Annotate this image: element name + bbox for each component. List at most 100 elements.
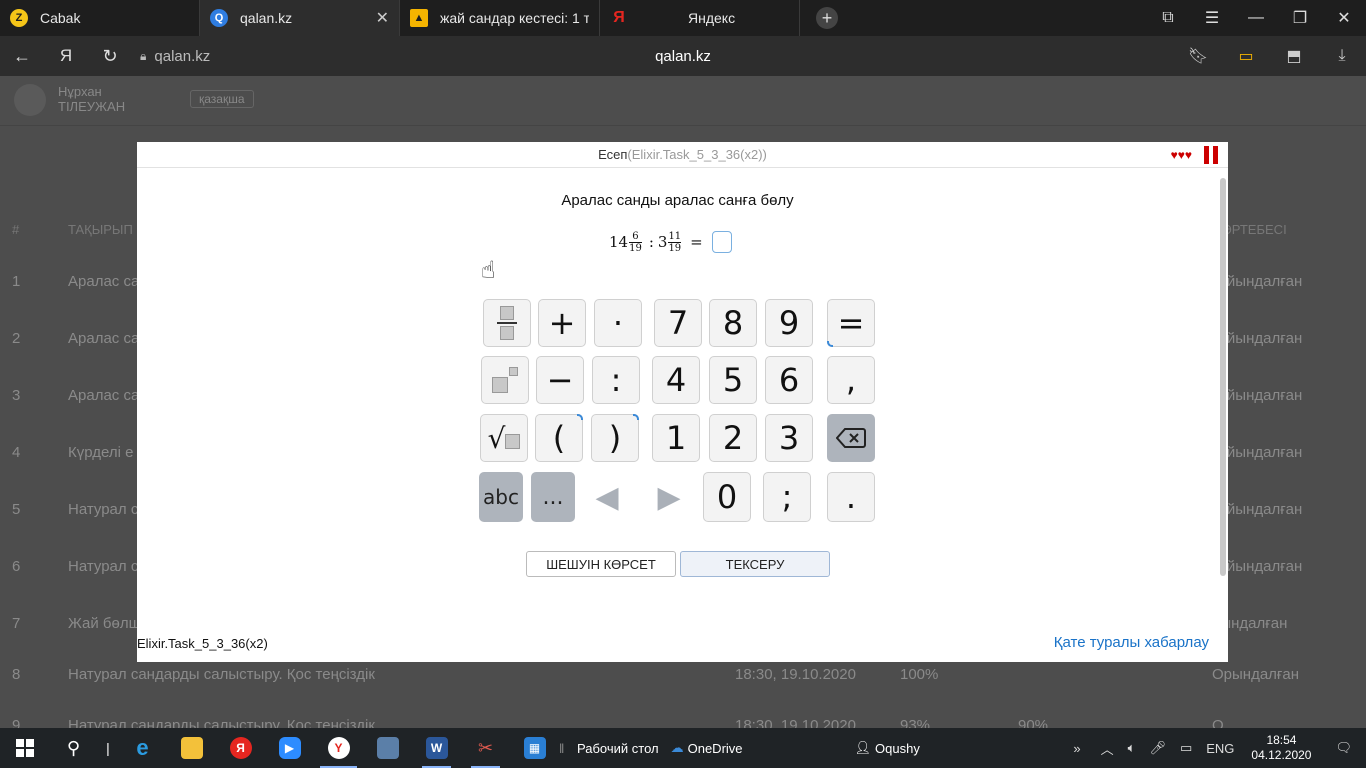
left-paren-key[interactable]: ( xyxy=(535,414,583,462)
digit-5-key[interactable]: 5 xyxy=(709,356,757,404)
left-arrow-key[interactable]: ◀ xyxy=(587,472,627,522)
new-tab-button[interactable]: + xyxy=(816,7,838,29)
z-logo-icon: Z xyxy=(10,9,28,27)
bookmark-icon[interactable]: 🔖︎ xyxy=(1174,46,1222,66)
pause-icon[interactable] xyxy=(1204,146,1218,164)
row-topic: Аралас са xyxy=(68,273,140,290)
overflow-chevron-icon[interactable]: » xyxy=(1066,741,1087,756)
window-controls: ⧉ ☰ — ❐ ✕ xyxy=(1146,0,1366,36)
start-icon[interactable] xyxy=(0,728,49,768)
sqrt-key[interactable]: √ xyxy=(480,414,528,462)
power-key[interactable] xyxy=(481,356,529,404)
row-number: 9 xyxy=(12,717,21,728)
tab-prime-table[interactable]: ▲ жай сандар кестесі: 1 тыс xyxy=(400,0,600,36)
lives-hearts-icon: ♥♥♥ xyxy=(1170,148,1192,162)
digit-9-key[interactable]: 9 xyxy=(765,299,813,347)
table-row[interactable]: 9 Натурал сандарды салыстыру. Қос теңсізд… xyxy=(0,717,1366,728)
multiply-dot-key[interactable]: · xyxy=(594,299,642,347)
url-field[interactable]: 🔒︎ qalan.kz xyxy=(140,48,210,65)
modal-header-label: Есеп xyxy=(598,147,628,162)
right-paren-key[interactable]: ) xyxy=(591,414,639,462)
sqrt-icon: √ xyxy=(487,421,506,455)
digit-7-key[interactable]: 7 xyxy=(654,299,702,347)
row-percent-2: 90% xyxy=(1018,717,1049,728)
digit-6-key[interactable]: 6 xyxy=(765,356,813,404)
menu-icon[interactable]: ☰ xyxy=(1190,8,1234,28)
search-icon[interactable]: ⚲ xyxy=(49,728,98,768)
reload-icon[interactable]: ↻ xyxy=(88,46,132,67)
modal-scrollbar[interactable] xyxy=(1220,178,1226,576)
volume-icon[interactable]: 🔈︎ xyxy=(1121,740,1143,756)
row-percent: 93% xyxy=(900,717,931,728)
tabs-manager-icon[interactable]: ⧉ xyxy=(1146,9,1190,27)
calculator-icon[interactable]: ▦ xyxy=(510,728,559,768)
right-arrow-key[interactable]: ▶ xyxy=(649,472,689,522)
close-tab-icon[interactable]: ✕ xyxy=(376,8,389,28)
row-topic: Аралас са xyxy=(68,330,140,347)
battery-saver-icon[interactable]: ▭ xyxy=(1222,46,1270,66)
language-indicator[interactable]: ENG xyxy=(1199,741,1241,756)
show-solution-button[interactable]: ШЕШУІН КӨРСЕТ xyxy=(526,551,676,577)
digit-4-key[interactable]: 4 xyxy=(652,356,700,404)
more-key[interactable]: ... xyxy=(531,472,575,522)
equals-sign: = xyxy=(690,233,703,251)
answer-input[interactable] xyxy=(711,231,732,253)
back-icon[interactable]: ← xyxy=(0,46,44,67)
row-topic: Натурал сандарды салыстыру. Қос теңсізді… xyxy=(68,666,375,683)
plus-key[interactable]: + xyxy=(538,299,586,347)
row-topic: Жай бөлш xyxy=(68,615,141,632)
digit-1-key[interactable]: 1 xyxy=(652,414,700,462)
comma-key[interactable]: , xyxy=(827,356,875,404)
hand-cursor-icon: ☝︎ xyxy=(481,257,496,284)
tab-qalan[interactable]: Q qalan.kz ✕ xyxy=(200,0,400,36)
minimize-icon[interactable]: — xyxy=(1234,9,1278,27)
extensions-icon[interactable]: ⬒ xyxy=(1270,46,1318,66)
language-select[interactable]: қазақша xyxy=(190,90,254,108)
digit-2-key[interactable]: 2 xyxy=(709,414,757,462)
left-paren-label: ( xyxy=(552,419,566,457)
remote-desktop-icon[interactable] xyxy=(363,728,412,768)
colon-key[interactable]: : xyxy=(592,356,640,404)
fraction-key[interactable] xyxy=(483,299,531,347)
task-code: Elixir.Task_5_3_36(x2) xyxy=(137,636,268,651)
task-view-icon[interactable]: | xyxy=(98,728,118,768)
zoom-icon[interactable]: ▶ xyxy=(265,728,314,768)
backspace-key[interactable] xyxy=(827,414,875,462)
abc-key[interactable]: abc xyxy=(479,472,523,522)
download-icon[interactable]: ⤓ xyxy=(1318,47,1366,65)
equals-key[interactable]: = xyxy=(827,299,875,347)
url-host: qalan.kz xyxy=(154,47,211,65)
digit-3-key[interactable]: 3 xyxy=(765,414,813,462)
edge-icon[interactable]: e xyxy=(118,728,167,768)
onedrive-toolbar[interactable]: OneDrive xyxy=(688,741,743,756)
tab-yandex[interactable]: Я Яндекс xyxy=(600,0,800,36)
windows-taskbar: ⚲ | e Я ▶ Y W ✂ ▦ ‖ Рабочий стол ☁ OneDr… xyxy=(0,728,1366,768)
file-explorer-icon[interactable] xyxy=(167,728,216,768)
restore-icon[interactable]: ❐ xyxy=(1278,8,1322,28)
desktop-toolbar[interactable]: Рабочий стол xyxy=(577,741,659,756)
digit-0-key[interactable]: 0 xyxy=(703,472,751,522)
hidden-icons-chevron-icon[interactable]: ︿ xyxy=(1094,739,1121,758)
yandex-home-icon[interactable]: Я xyxy=(44,46,88,66)
microphone-icon[interactable]: 🎤︎ xyxy=(1142,740,1173,756)
report-error-link[interactable]: Қате туралы хабарлау xyxy=(1054,634,1209,651)
snipping-tool-icon[interactable]: ✂ xyxy=(461,728,510,768)
table-row[interactable]: 8 Натурал сандарды салыстыру. Қос теңсізд… xyxy=(0,666,1366,723)
tab-cabak[interactable]: Z Cabak xyxy=(0,0,200,36)
fraction-1: 6 19 xyxy=(629,230,642,254)
semicolon-key[interactable]: ; xyxy=(763,472,811,522)
yandex-browser-icon[interactable]: Y xyxy=(314,728,363,768)
battery-icon[interactable]: ▭ xyxy=(1173,740,1199,756)
notifications-icon[interactable]: 🗨︎ xyxy=(1321,740,1366,756)
period-key[interactable]: . xyxy=(827,472,875,522)
word-icon[interactable]: W xyxy=(412,728,461,768)
close-window-icon[interactable]: ✕ xyxy=(1322,8,1366,28)
address-bar: ← Я ↻ 🔒︎ qalan.kz qalan.kz 🔖︎ ▭ ⬒ ⤓ xyxy=(0,36,1366,76)
yandex-taskbar-icon[interactable]: Я xyxy=(216,728,265,768)
check-button[interactable]: ТЕКСЕРУ xyxy=(680,551,830,577)
digit-8-key[interactable]: 8 xyxy=(709,299,757,347)
oqushy-toolbar[interactable]: Oqushy xyxy=(875,741,920,756)
tab-title: жай сандар кестесі: 1 тыс xyxy=(440,10,589,26)
minus-key[interactable]: − xyxy=(536,356,584,404)
clock[interactable]: 18:54 04.12.2020 xyxy=(1241,733,1321,763)
